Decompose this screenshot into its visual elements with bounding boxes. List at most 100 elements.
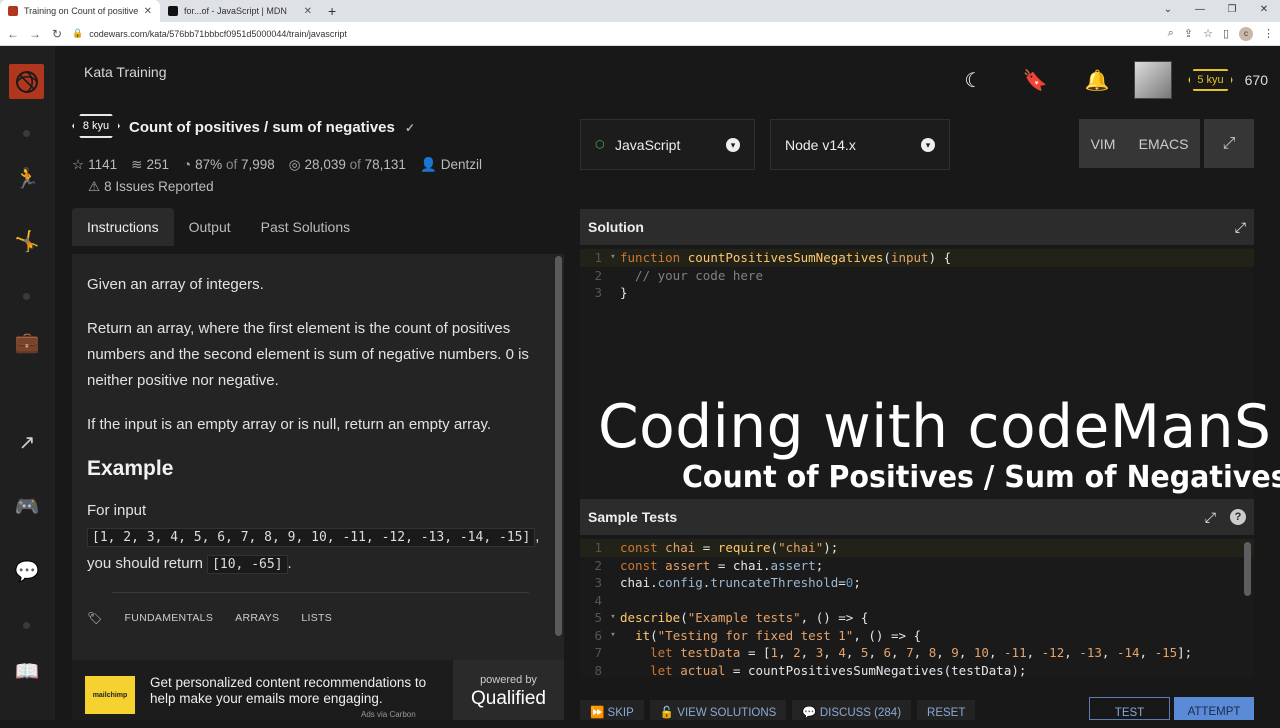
close-window-icon[interactable]: ✕ bbox=[1248, 0, 1280, 22]
issues-reported[interactable]: ⚠ 8 Issues Reported bbox=[88, 179, 214, 195]
video-overlay-subtitle: Count of Positives / Sum of Negatives bbox=[682, 460, 1280, 495]
sidepanel-icon[interactable]: ▯ bbox=[1223, 27, 1229, 40]
url-field[interactable]: 🔒 codewars.com/kata/576bb71bbbcf0951d500… bbox=[72, 25, 1160, 43]
maximize-icon[interactable]: ❐ bbox=[1216, 0, 1248, 22]
kata-stats: ☆ 1141 ≋ 251 ◔ 87% of 7,998 ◎ 28,039 of 78,1… bbox=[72, 157, 482, 173]
new-tab-button[interactable]: + bbox=[320, 0, 344, 22]
top-actions: ☾ 🔖 🔔 5 kyu 670 bbox=[942, 58, 1280, 102]
stat-author[interactable]: 👤 Dentzil bbox=[420, 157, 482, 173]
sidebar-divider-dot bbox=[23, 622, 30, 629]
tab-search-icon[interactable]: ⌄ bbox=[1152, 0, 1184, 22]
version-select[interactable]: Node v14.x ▾ bbox=[770, 119, 950, 170]
qualified-logo: Qualified bbox=[471, 688, 546, 709]
discuss-button[interactable]: 💬 DISCUSS (284) bbox=[792, 700, 912, 720]
training-icon[interactable]: 🏃 bbox=[13, 165, 41, 193]
sidebar-divider-dot bbox=[23, 130, 30, 137]
honor-count: 670 bbox=[1244, 72, 1268, 88]
menu-dots-icon[interactable]: ⋮ bbox=[1263, 27, 1274, 40]
kata-description: Given an array of integers. Return an ar… bbox=[72, 254, 564, 660]
description-scrollbar[interactable] bbox=[555, 256, 562, 636]
code-line: 8 let actual = countPositivesSumNegative… bbox=[594, 662, 1027, 678]
kata-tags: 🏷 FUNDAMENTALS ARRAYS LISTS bbox=[87, 605, 549, 631]
warning-icon: ⚠ bbox=[88, 179, 101, 194]
divider bbox=[112, 592, 529, 593]
target-icon: ◎ bbox=[288, 157, 301, 172]
forward-icon[interactable]: → bbox=[28, 27, 42, 41]
tab-instructions[interactable]: Instructions bbox=[72, 208, 174, 246]
ad-attribution: Ads via Carbon bbox=[361, 710, 416, 719]
user-icon: 👤 bbox=[419, 157, 437, 172]
practice-icon[interactable]: 🤸 bbox=[13, 228, 41, 256]
tests-editor[interactable]: 1 const chai = require("chai"); 2 const as… bbox=[580, 538, 1254, 678]
sidebar-divider-dot bbox=[23, 293, 30, 300]
solution-title: Solution bbox=[588, 219, 644, 235]
stat-completed[interactable]: ◎ 28,039 of 78,131 bbox=[289, 157, 406, 173]
star-icon: ☆ bbox=[72, 157, 85, 172]
code-line: 5 ▾ describe("Example tests", () => { bbox=[594, 610, 869, 625]
bookmark-star-icon[interactable]: ☆ bbox=[1203, 27, 1213, 40]
user-avatar[interactable] bbox=[1134, 61, 1173, 99]
top-bar: Kata Training ☾ 🔖 🔔 5 kyu 670 bbox=[55, 46, 1280, 114]
vim-mode-button[interactable]: VIM bbox=[1091, 136, 1116, 152]
close-tab-icon[interactable]: ✕ bbox=[304, 6, 312, 17]
reset-button[interactable]: RESET bbox=[917, 700, 976, 720]
chevron-down-icon: ▾ bbox=[921, 137, 935, 152]
test-button[interactable]: TEST bbox=[1089, 697, 1170, 720]
help-icon[interactable]: ? bbox=[1230, 509, 1246, 525]
tag-arrays[interactable]: ARRAYS bbox=[235, 605, 279, 631]
leaderboard-trend-icon[interactable]: ↗ bbox=[13, 429, 41, 457]
tag-lists[interactable]: LISTS bbox=[301, 605, 332, 631]
layers-icon: ≋ bbox=[131, 157, 143, 172]
skip-icon: ⏩ bbox=[590, 707, 605, 719]
powered-by-label: powered by bbox=[480, 674, 537, 686]
example-input: [1, 2, 3, 4, 5, 6, 7, 8, 9, 10, -11, -12… bbox=[87, 524, 549, 551]
browser-tab-bar: Training on Count of positives / s ✕ for… bbox=[0, 0, 1280, 22]
language-select[interactable]: ⬡ JavaScript ▾ bbox=[580, 119, 755, 170]
video-overlay-title: Coding with codeManS bbox=[598, 392, 1272, 462]
ad-text: Get personalized content recommendations… bbox=[150, 675, 427, 706]
share-icon[interactable]: ⇪ bbox=[1184, 27, 1193, 40]
for-input-label: For input bbox=[87, 502, 147, 519]
dark-mode-moon-icon[interactable]: ☾ bbox=[942, 68, 1004, 93]
profile-avatar-icon[interactable]: c bbox=[1239, 26, 1253, 41]
minimize-icon[interactable]: — bbox=[1184, 0, 1216, 22]
code-line: 1 const chai = require("chai"); bbox=[580, 539, 1254, 557]
docs-book-icon[interactable]: 📖 bbox=[13, 658, 41, 686]
tests-scrollbar[interactable] bbox=[1244, 542, 1251, 596]
sample-tests-title: Sample Tests bbox=[588, 509, 678, 525]
chat-icon[interactable]: 💬 bbox=[13, 558, 41, 586]
code-line: 2 // your code here bbox=[594, 267, 763, 283]
browser-tab-mdn[interactable]: for...of - JavaScript | MDN ✕ bbox=[160, 0, 320, 22]
reload-icon[interactable]: ↻ bbox=[50, 27, 64, 41]
expand-icon[interactable]: ⤢ bbox=[1205, 509, 1216, 526]
skip-button[interactable]: ⏩ SKIP bbox=[580, 700, 644, 720]
back-icon[interactable]: ← bbox=[6, 27, 20, 41]
zoom-icon[interactable]: ⌕ bbox=[1168, 27, 1174, 40]
solution-header: Solution ⤢ bbox=[580, 209, 1254, 245]
codewars-logo-icon[interactable] bbox=[9, 64, 44, 99]
stat-collections[interactable]: ≋ 251 bbox=[131, 157, 169, 173]
codewars-favicon-icon bbox=[8, 6, 18, 16]
example-return: you should return [10, -65]. bbox=[87, 555, 292, 574]
tab-past-solutions[interactable]: Past Solutions bbox=[246, 208, 366, 246]
lock-icon: 🔒 bbox=[72, 28, 84, 38]
description-paragraph: Return an array, where the first element… bbox=[87, 320, 529, 389]
bookmark-star-icon[interactable]: 🔖 bbox=[1004, 68, 1066, 93]
tag-fundamentals[interactable]: FUNDAMENTALS bbox=[125, 605, 214, 631]
stat-satisfaction[interactable]: ☆ 1141 bbox=[72, 157, 117, 173]
tab-output[interactable]: Output bbox=[174, 208, 246, 246]
notifications-bell-icon[interactable]: 🔔 bbox=[1066, 68, 1128, 93]
view-solutions-button[interactable]: 🔓 VIEW SOLUTIONS bbox=[649, 700, 787, 720]
browser-tab-active[interactable]: Training on Count of positives / s ✕ bbox=[0, 0, 160, 22]
fullscreen-icon[interactable]: ⤢ bbox=[1204, 119, 1254, 168]
emacs-mode-button[interactable]: EMACS bbox=[1139, 136, 1189, 152]
comment-icon: 💬 bbox=[802, 707, 817, 719]
close-tab-icon[interactable]: ✕ bbox=[144, 6, 152, 17]
expand-icon[interactable]: ⤢ bbox=[1235, 219, 1246, 236]
discord-icon[interactable]: 🎮 bbox=[13, 493, 41, 521]
qualified-badge[interactable]: powered by Qualified bbox=[453, 660, 564, 720]
carbon-ad[interactable]: mailchimp Get personalized content recom… bbox=[72, 660, 564, 720]
briefcase-icon[interactable]: 💼 bbox=[13, 329, 41, 357]
attempt-button[interactable]: ATTEMPT bbox=[1174, 697, 1254, 720]
stat-rating[interactable]: ◔ 87% of 7,998 bbox=[183, 157, 275, 173]
